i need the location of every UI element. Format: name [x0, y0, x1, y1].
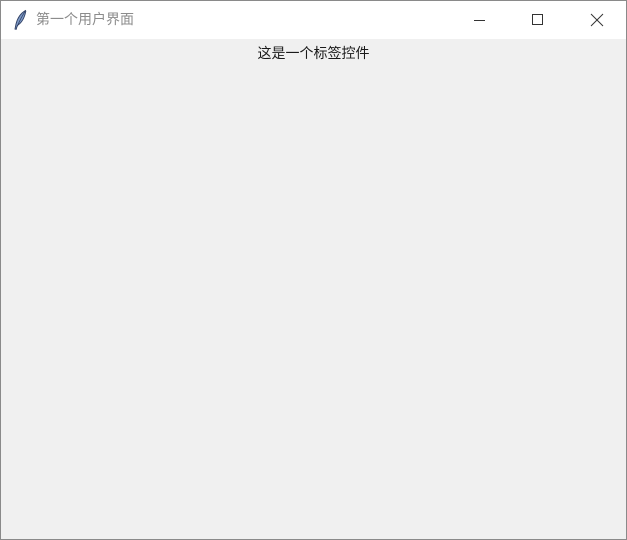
- minimize-icon: [474, 20, 485, 21]
- label-widget: 这是一个标签控件: [257, 46, 370, 62]
- client-area: 这是一个标签控件: [1, 39, 626, 539]
- title-bar[interactable]: 第一个用户界面: [1, 1, 626, 39]
- maximize-icon: [532, 14, 543, 25]
- close-button[interactable]: [568, 1, 626, 39]
- close-icon: [590, 13, 604, 27]
- minimize-button[interactable]: [450, 1, 508, 39]
- window-title: 第一个用户界面: [36, 12, 134, 28]
- app-window: 第一个用户界面 这是一个标签控件: [0, 0, 627, 540]
- maximize-button[interactable]: [508, 1, 566, 39]
- tk-feather-icon[interactable]: [12, 9, 28, 31]
